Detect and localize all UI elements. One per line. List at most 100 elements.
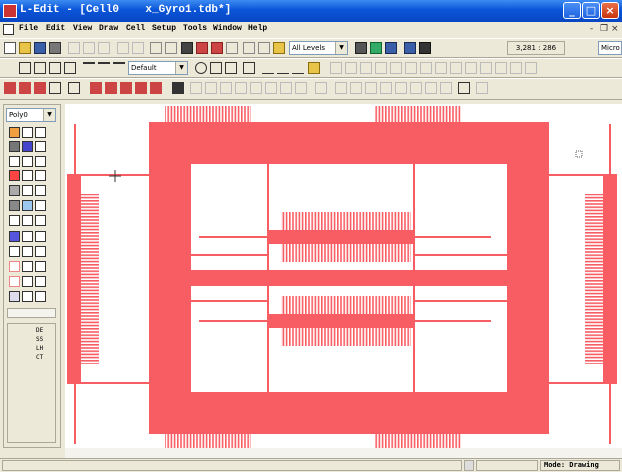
menu-help[interactable]: Help [248,24,267,33]
probe-clear-icon[interactable] [365,82,377,94]
layer-swatch[interactable] [35,185,46,196]
layer-swatch[interactable] [9,291,20,302]
lambda-icon[interactable] [458,82,470,94]
arrow-icon[interactable] [226,42,238,54]
drc-clear-icon[interactable] [250,82,262,94]
wire-tool-icon[interactable] [83,62,95,74]
help-pointer-icon[interactable] [476,82,488,94]
menu-file[interactable]: File [19,24,38,33]
app-icon[interactable] [3,4,17,18]
new-file-icon[interactable] [4,42,16,54]
paste-icon[interactable] [98,42,110,54]
extract-icon[interactable] [419,42,431,54]
search-icon[interactable] [258,42,270,54]
layer-swatch[interactable] [35,215,46,226]
circle-tool-icon[interactable] [195,62,207,74]
boolean-xor-icon[interactable] [34,82,46,94]
ruler-tool-icon[interactable] [262,62,274,74]
layer-swatch[interactable] [9,215,20,226]
layer-swatch[interactable] [22,156,33,167]
layer-swatch[interactable] [35,170,46,181]
layer-swatch[interactable] [9,185,20,196]
layer-swatch[interactable] [35,246,46,257]
flip-v-icon[interactable] [450,62,462,74]
drc-mark-icon[interactable] [265,82,277,94]
cut-icon[interactable] [68,42,80,54]
port-tool-icon[interactable] [243,62,255,74]
layer-swatch[interactable] [9,200,20,211]
ruler-icon[interactable] [243,42,255,54]
polygon-45-tool-icon[interactable] [49,62,61,74]
distribute-v-icon[interactable] [420,62,432,74]
layer-swatch[interactable] [9,141,20,152]
document-icon[interactable] [3,24,14,35]
drc-prev-icon[interactable] [235,82,247,94]
nibble-icon[interactable] [510,62,522,74]
menu-draw[interactable]: Draw [99,24,118,33]
menu-cell[interactable]: Cell [126,24,145,33]
layer-swatch[interactable] [35,127,46,138]
menu-setup[interactable]: Setup [152,24,176,33]
levels-dropdown[interactable]: All Levels ▼ [289,41,348,55]
grow-icon[interactable] [525,62,537,74]
ruler-arrow-tool-icon[interactable] [292,62,304,74]
trace-icon[interactable] [380,82,392,94]
layer-swatch[interactable] [22,276,33,287]
layer-swatch[interactable] [35,276,46,287]
layer-swatch[interactable] [9,127,20,138]
wire-any-tool-icon[interactable] [113,62,125,74]
wire-style-dropdown[interactable]: Default ▼ [128,61,188,75]
chevron-down-icon[interactable]: ▼ [175,62,187,74]
net-highlight-icon[interactable] [315,82,327,94]
rotate-icon[interactable] [465,62,477,74]
binoculars-icon[interactable] [181,42,193,54]
trace-clear-icon[interactable] [410,82,422,94]
palette-scrollbar[interactable] [7,308,56,318]
pin-edit-icon[interactable] [135,82,147,94]
instance-icon[interactable] [211,42,223,54]
mdi-restore-button[interactable]: ❐ [600,24,608,34]
pin-add-icon[interactable] [105,82,117,94]
layer-swatch[interactable] [22,141,33,152]
trace-next-icon[interactable] [395,82,407,94]
boolean-and-icon[interactable] [4,82,16,94]
save-icon[interactable] [34,42,46,54]
layer-swatch[interactable] [35,231,46,242]
drc-icon[interactable] [404,42,416,54]
layer-swatch[interactable] [22,215,33,226]
align-icon[interactable] [330,62,342,74]
pin-clear-icon[interactable] [150,82,162,94]
slice-icon[interactable] [480,62,492,74]
layer-swatch[interactable] [9,156,20,167]
align-right-icon[interactable] [360,62,372,74]
zoom-fit-icon[interactable] [150,42,162,54]
boolean-or-icon[interactable] [19,82,31,94]
ruler-end-tool-icon[interactable] [277,62,289,74]
open-folder-icon[interactable] [19,42,31,54]
trace-report-icon[interactable] [425,82,437,94]
layer-swatch[interactable] [35,291,46,302]
copy-icon[interactable] [83,42,95,54]
layer-swatch[interactable] [9,170,20,181]
pin-remove-icon[interactable] [120,82,132,94]
layer-swatch[interactable] [9,231,20,242]
undo-icon[interactable] [117,42,129,54]
cell-icon[interactable] [196,42,208,54]
drc-next-icon[interactable] [220,82,232,94]
layer-swatch[interactable] [22,127,33,138]
layer-swatch[interactable] [35,261,46,272]
layer-swatch[interactable] [22,231,33,242]
menu-tools[interactable]: Tools [183,24,207,33]
flip-h-icon[interactable] [435,62,447,74]
drc-report-icon[interactable] [280,82,292,94]
box-tool-icon[interactable] [19,62,31,74]
layer-swatch[interactable] [9,261,20,272]
minimize-button[interactable]: _ [563,2,581,19]
wire-45-tool-icon[interactable] [98,62,110,74]
menu-edit[interactable]: Edit [46,24,65,33]
distribute-icon[interactable] [405,62,417,74]
redo-icon[interactable] [132,42,144,54]
menu-window[interactable]: Window [213,24,242,33]
layer-dropdown[interactable]: Poly0 ▼ [6,108,56,122]
polygon-tool-icon[interactable] [34,62,46,74]
